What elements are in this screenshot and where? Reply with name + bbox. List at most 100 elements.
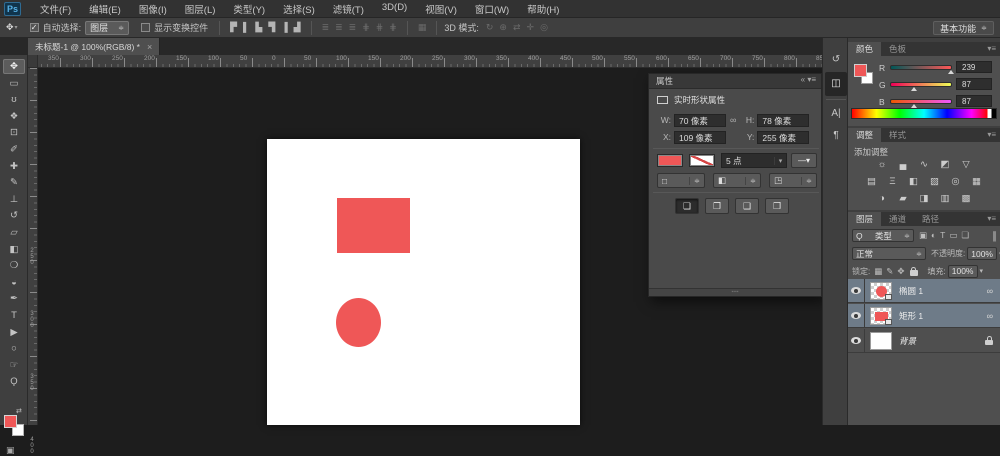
show-transform-checkbox[interactable] [141,23,151,32]
slider-thumb[interactable] [911,87,918,91]
collapse-panel-icon[interactable]: « [801,75,805,84]
filter-adjustment-layers-icon[interactable]: ◐ [931,230,936,240]
menu-item[interactable]: 视图(V) [416,0,466,18]
visibility-cell[interactable] [848,278,865,303]
eye-icon[interactable] [851,337,861,344]
menu-item[interactable]: 3D(D) [373,0,416,18]
layer-row[interactable]: 背景 [848,328,1000,353]
channel-mixer-icon[interactable]: ◎ [947,175,964,188]
layer-name[interactable]: 矩形 1 [899,310,987,322]
subtract-front-shape-button[interactable]: ❐ [705,198,729,214]
menu-item[interactable]: 选择(S) [274,0,324,18]
layer-filter-toggle[interactable]: ▐ [990,231,996,241]
align-horizontal-centers-icon[interactable]: ▐ [278,22,290,32]
new-shape-button[interactable]: ❏ [675,198,699,214]
visibility-cell[interactable] [848,328,865,353]
filter-shape-layers-icon[interactable]: ▭ [949,230,957,240]
layer-thumbnail[interactable] [870,331,892,350]
black-white-icon[interactable]: ◧ [905,175,922,188]
align-left-edges-icon[interactable]: ▜ [265,22,278,32]
color-spectrum-bar[interactable] [851,108,997,119]
layer-thumbnail[interactable] [870,306,892,325]
blur-tool[interactable]: ❍ [3,258,25,273]
curves-icon[interactable]: ∿ [916,158,933,171]
layer-name[interactable]: 椭圆 1 [899,285,987,297]
b-value-field[interactable]: 87 [956,95,992,107]
photo-filter-icon[interactable]: ▧ [926,175,943,188]
close-tab-icon[interactable]: × [147,42,152,52]
color-lookup-icon[interactable]: ▦ [968,175,985,188]
pen-tool[interactable]: ✒ [3,291,25,306]
layer-thumbnail[interactable] [870,281,892,300]
3d-rotate-icon[interactable]: ↻ [483,22,497,32]
g-slider[interactable] [890,82,952,87]
g-value-field[interactable]: 87 [956,78,992,90]
distribute-vertical-centers-icon[interactable]: ≣ [332,22,346,32]
layers-panel-tab[interactable]: 通道 [881,212,914,226]
type-tool[interactable]: T [3,308,25,323]
intersect-shape-button[interactable]: ❑ [735,198,759,214]
x-field[interactable]: 109 像素 [674,130,726,144]
eye-icon[interactable] [851,287,861,294]
exposure-icon[interactable]: ◩ [937,158,954,171]
3d-slide-icon[interactable]: ✛ [524,22,538,32]
stroke-alignment-select[interactable]: □ ≑ [657,173,705,188]
link-dimensions-icon[interactable]: ∞ [730,115,736,125]
selective-color-icon[interactable]: ▥ [937,192,954,205]
lock-image-pixels-icon[interactable]: ✎ [886,266,893,276]
document-tab[interactable]: 未标题-1 @ 100%(RGB/8) * × [28,38,161,55]
align-right-edges-icon[interactable]: ▟ [291,22,304,32]
color-panel-tab[interactable]: 色板 [881,42,914,56]
height-field[interactable]: 78 像素 [757,113,810,127]
r-value-field[interactable]: 239 [956,61,992,73]
color-balance-icon[interactable]: Ξ [884,175,901,188]
panel-menu-icon[interactable]: ▾≡ [987,214,996,223]
align-vertical-centers-icon[interactable]: ▌ [240,22,252,32]
distribute-left-edges-icon[interactable]: ⋕ [359,22,373,32]
b-slider[interactable] [890,99,952,104]
distribute-bottom-edges-icon[interactable]: ≣ [346,22,360,32]
properties-panel-icon[interactable]: ◫ [825,72,847,96]
distribute-right-edges-icon[interactable]: ⋕ [386,22,400,32]
ruler-origin-corner[interactable] [28,55,38,68]
auto-select-target-select[interactable]: 图层 ≑ [85,20,130,35]
width-field[interactable]: 70 像素 [674,113,726,127]
panel-menu-icon[interactable]: ▾≡ [987,130,996,139]
align-top-edges-icon[interactable]: ▛ [227,22,240,32]
stroke-corners-select[interactable]: ◳ ≑ [769,173,817,188]
hand-tool[interactable]: ☞ [3,358,25,373]
crop-tool[interactable]: ⊡ [3,125,25,140]
layer-name[interactable]: 背景 [899,335,985,347]
history-brush-tool[interactable]: ↺ [3,208,25,223]
brightness-contrast-icon[interactable]: ☼ [874,158,891,171]
color-panel-tab[interactable]: 颜色 [848,42,882,56]
hue-saturation-icon[interactable]: ▤ [863,175,880,188]
posterize-icon[interactable]: ▰ [895,192,912,205]
eraser-tool[interactable]: ▱ [3,225,25,240]
3d-roll-icon[interactable]: ⊕ [496,22,510,32]
document-canvas[interactable] [267,139,580,425]
menu-item[interactable]: 滤镜(T) [324,0,373,18]
levels-icon[interactable]: ▄ [895,158,912,171]
layers-panel-tab[interactable]: 图层 [848,212,882,226]
healing-brush-tool[interactable]: ✚ [3,159,25,174]
rectangle-shape[interactable] [337,198,410,253]
blend-mode-select[interactable]: 正常 ≑ [852,247,926,260]
properties-panel-header[interactable]: 属性 « ▾≡ [649,74,821,89]
brush-tool[interactable]: ✎ [3,175,25,190]
dodge-tool[interactable]: ◒ [3,275,25,290]
stroke-color-swatch[interactable] [689,154,715,167]
lock-position-icon[interactable]: ✥ [897,266,904,276]
eye-icon[interactable] [851,312,861,319]
3d-scale-icon[interactable]: ◎ [537,22,551,32]
y-field[interactable]: 255 像素 [757,130,810,144]
auto-select-checkbox[interactable]: ✓ [29,23,39,32]
menu-item[interactable]: 窗口(W) [466,0,518,18]
swap-colors-icon[interactable]: ⇄ [16,407,22,415]
character-panel-icon[interactable]: A| [825,104,847,124]
visibility-cell[interactable] [848,303,865,328]
panel-foreground-swatch[interactable] [854,64,867,77]
exclude-shape-button[interactable]: ❒ [765,198,789,214]
lasso-tool[interactable]: ʊ [3,92,25,107]
filter-smart-objects-icon[interactable]: ❏ [961,230,969,240]
